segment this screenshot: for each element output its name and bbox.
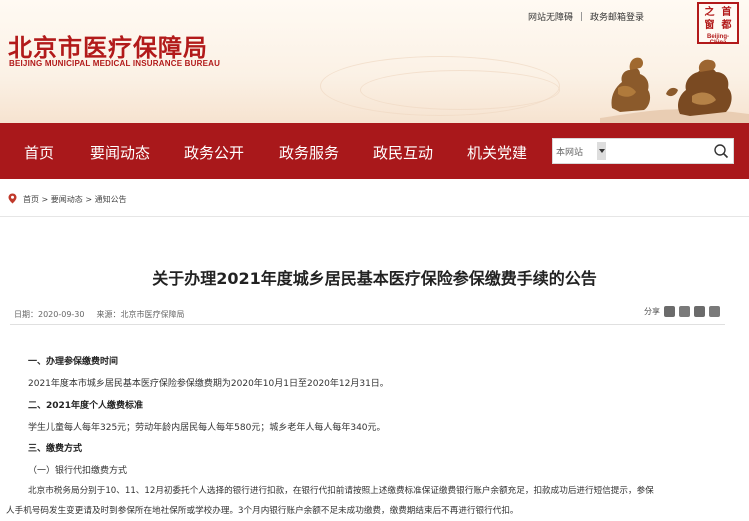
weibo-share-icon[interactable] — [679, 306, 690, 317]
top-links: 网站无障碍 政务邮箱登录 — [528, 10, 644, 23]
share-label: 分享 — [644, 307, 660, 316]
article-title: 关于办理2021年度城乡居民基本医疗保险参保缴费手续的公告 — [152, 269, 597, 288]
site-header: 北京市医疗保障局 BEIJING MUNICIPAL MEDICAL INSUR… — [0, 0, 749, 123]
qzone-share-icon[interactable] — [664, 306, 675, 317]
seal-char: 都 — [721, 19, 732, 31]
divider — [10, 324, 725, 325]
share-bar: 分享 — [644, 306, 720, 317]
beijing-capital-seal-logo: 之 首 窗 都 Beijing-China — [697, 2, 739, 46]
site-search: 本网站 — [552, 138, 734, 164]
article-meta: 日期：2020-09-30 来源：北京市医疗保障局 — [14, 309, 185, 320]
nav-item-home[interactable]: 首页 — [24, 142, 54, 163]
header-decoration — [360, 70, 560, 110]
nav-item-party[interactable]: 机关党建 — [467, 142, 527, 163]
paragraph: 北京市税务局分别于10、11、12月初委托个人选择的银行进行扣款，在银行代扣前请… — [28, 486, 654, 496]
nav-item-gov-services[interactable]: 政务服务 — [279, 142, 339, 163]
seal-char: 窗 — [704, 19, 715, 31]
site-logo-title[interactable]: 北京市医疗保障局 — [8, 28, 208, 63]
section-heading: 一、办理参保缴费时间 — [28, 357, 119, 367]
site-logo-subtitle: BEIJING MUNICIPAL MEDICAL INSURANCE BURE… — [9, 59, 221, 68]
gov-mail-login-link[interactable]: 政务邮箱登录 — [590, 10, 644, 23]
chevron-down-icon[interactable] — [597, 142, 606, 160]
section-heading: 三、缴费方式 — [28, 444, 83, 454]
print-icon[interactable] — [709, 306, 720, 317]
seal-caption: Beijing-China — [707, 34, 729, 46]
nav-item-gov-affairs[interactable]: 政务公开 — [184, 142, 244, 163]
sub-heading: （一）银行代扣缴费方式 — [28, 466, 128, 476]
nav-item-interaction[interactable]: 政民互动 — [373, 142, 433, 163]
divider — [0, 216, 749, 217]
nav-item-news[interactable]: 要闻动态 — [90, 142, 150, 163]
section-heading: 二、2021年度个人缴费标准 — [28, 401, 144, 411]
article-source: 来源：北京市医疗保障局 — [96, 310, 185, 319]
article-date: 日期：2020-09-30 — [14, 310, 85, 319]
location-pin-icon — [8, 193, 17, 204]
search-input[interactable] — [609, 141, 709, 161]
accessibility-link[interactable]: 网站无障碍 — [528, 10, 573, 23]
search-scope-select[interactable]: 本网站 — [556, 145, 583, 158]
bronze-statues-image — [600, 57, 749, 123]
paragraph: 2021年度本市城乡居民基本医疗保险参保缴费期为2020年10月1日至2020年… — [28, 379, 389, 389]
paragraph: 学生儿童每人每年325元；劳动年龄内居民每人每年580元；城乡老年人每人每年34… — [28, 423, 386, 433]
seal-char: 首 — [721, 6, 732, 18]
search-icon[interactable] — [711, 142, 731, 160]
breadcrumb-path[interactable]: 首页 > 要闻动态 > 通知公告 — [23, 194, 127, 205]
seal-char: 之 — [704, 6, 715, 18]
divider — [581, 12, 583, 21]
wechat-share-icon[interactable] — [694, 306, 705, 317]
paragraph: 人手机号码发生变更请及时到参保所在地社保所或学校办理。3个月内银行账户余额不足未… — [6, 506, 519, 516]
breadcrumb: 首页 > 要闻动态 > 通知公告 — [0, 188, 749, 210]
